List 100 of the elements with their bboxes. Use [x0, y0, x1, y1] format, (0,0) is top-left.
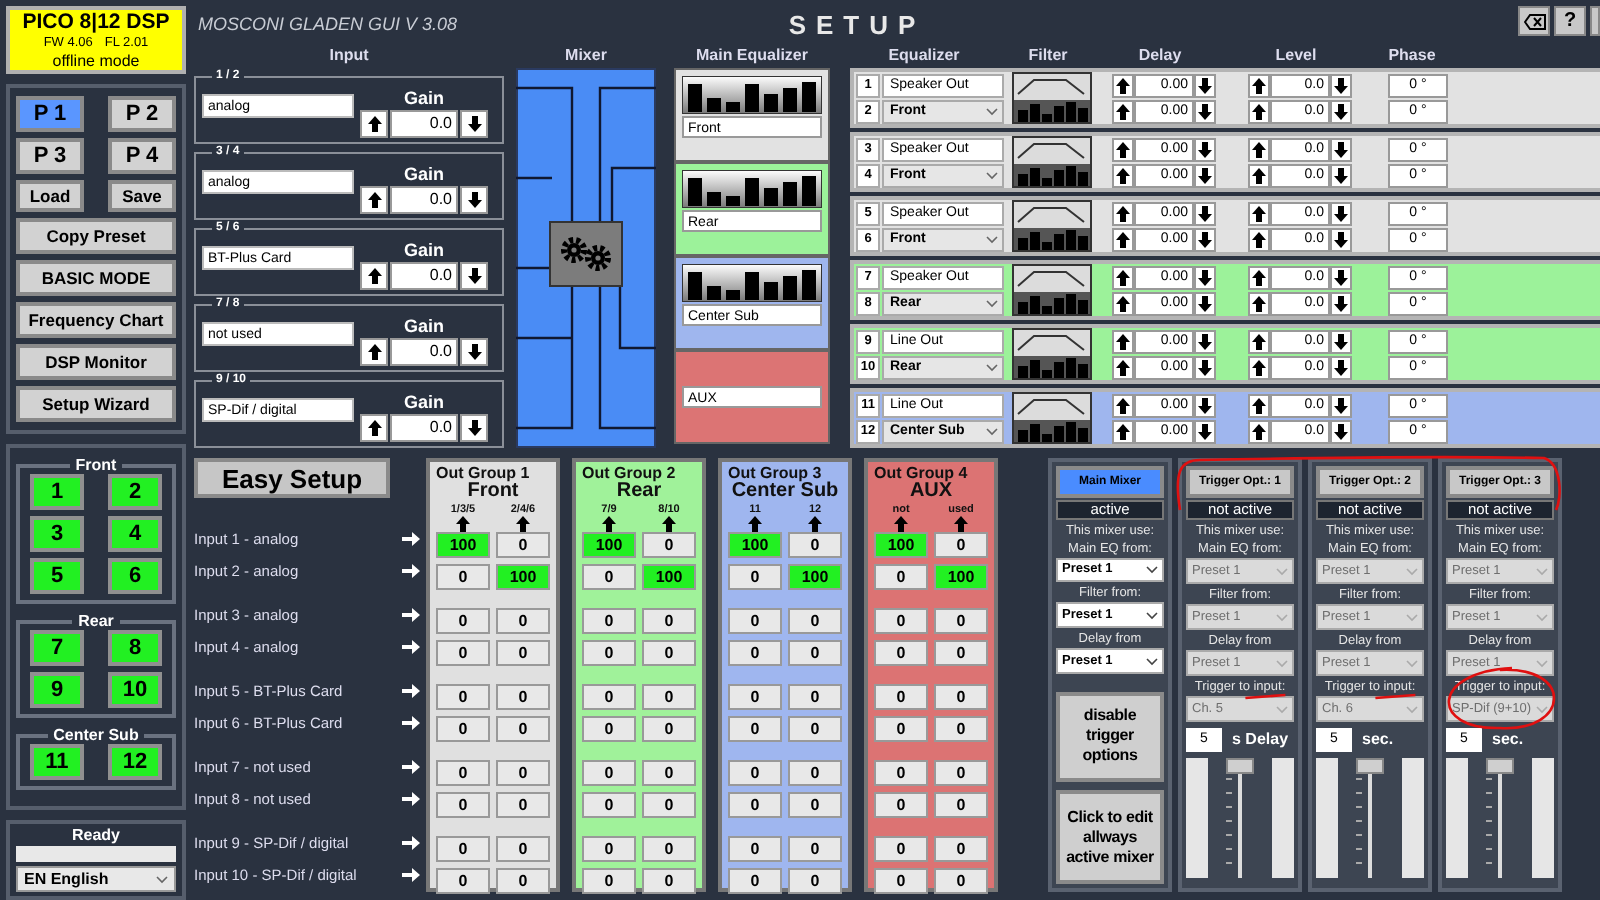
- mix-level-field[interactable]: 0: [874, 640, 928, 666]
- mix-level-field[interactable]: 0: [728, 836, 782, 862]
- mix-level-field[interactable]: 100: [934, 564, 988, 590]
- mix-level-field[interactable]: 0: [728, 716, 782, 742]
- mix-level-field[interactable]: 0: [436, 684, 490, 710]
- increase-button[interactable]: [1112, 419, 1134, 443]
- mix-level-field[interactable]: 0: [874, 564, 928, 590]
- disable-trigger-button[interactable]: disable trigger options: [1056, 691, 1164, 782]
- decrease-button[interactable]: [1330, 137, 1352, 161]
- mix-level-field[interactable]: 100: [642, 564, 696, 590]
- increase-button[interactable]: [1248, 137, 1270, 161]
- mix-level-field[interactable]: 0: [874, 836, 928, 862]
- mix-level-field[interactable]: 0: [728, 684, 782, 710]
- mix-level-field[interactable]: 0: [934, 868, 988, 894]
- increase-button[interactable]: [1248, 99, 1270, 123]
- mix-level-field[interactable]: 0: [582, 868, 636, 894]
- decrease-button[interactable]: [1330, 393, 1352, 417]
- increase-button[interactable]: [360, 414, 388, 442]
- mix-level-field[interactable]: 0: [934, 716, 988, 742]
- decrease-button[interactable]: [460, 338, 488, 366]
- mix-level-field[interactable]: 0: [436, 792, 490, 818]
- decrease-button[interactable]: [1194, 393, 1216, 417]
- mix-level-field[interactable]: 0: [582, 792, 636, 818]
- gain-field[interactable]: 0.0: [390, 110, 458, 138]
- gain-field[interactable]: 0.0: [390, 262, 458, 290]
- decrease-button[interactable]: [1194, 99, 1216, 123]
- mix-level-field[interactable]: 0: [436, 640, 490, 666]
- increase-button[interactable]: [1112, 355, 1134, 379]
- mix-level-field[interactable]: 0: [436, 564, 490, 590]
- mix-level-field[interactable]: 0: [728, 640, 782, 666]
- mix-level-field[interactable]: 0: [496, 640, 550, 666]
- decrease-button[interactable]: [1194, 419, 1216, 443]
- mix-level-field[interactable]: 0: [728, 564, 782, 590]
- decrease-button[interactable]: [1330, 419, 1352, 443]
- mix-level-field[interactable]: 0: [642, 760, 696, 786]
- increase-button[interactable]: [1112, 137, 1134, 161]
- decrease-button[interactable]: [1330, 329, 1352, 353]
- mix-level-field[interactable]: 0: [934, 532, 988, 558]
- decrease-button[interactable]: [460, 110, 488, 138]
- mix-level-field[interactable]: 0: [582, 564, 636, 590]
- increase-button[interactable]: [1112, 291, 1134, 315]
- preset-action-button[interactable]: Save: [108, 180, 176, 212]
- preset-button[interactable]: P 2: [108, 96, 176, 132]
- mix-level-field[interactable]: 0: [788, 716, 842, 742]
- menu-button[interactable]: BASIC MODE: [16, 260, 176, 296]
- mix-level-field[interactable]: 0: [874, 684, 928, 710]
- decrease-button[interactable]: [1194, 163, 1216, 187]
- increase-button[interactable]: [1248, 201, 1270, 225]
- mix-level-field[interactable]: 0: [934, 792, 988, 818]
- channel-button[interactable]: 8: [108, 630, 162, 666]
- mix-level-field[interactable]: 0: [642, 792, 696, 818]
- mix-level-field[interactable]: 0: [874, 716, 928, 742]
- increase-button[interactable]: [1112, 227, 1134, 251]
- preset-button[interactable]: P 3: [16, 138, 84, 174]
- menu-button[interactable]: DSP Monitor: [16, 344, 176, 380]
- mix-level-field[interactable]: 0: [496, 684, 550, 710]
- mix-level-field[interactable]: 100: [582, 532, 636, 558]
- increase-button[interactable]: [1248, 291, 1270, 315]
- mix-level-field[interactable]: 0: [642, 684, 696, 710]
- increase-button[interactable]: [1112, 163, 1134, 187]
- increase-button[interactable]: [1248, 163, 1270, 187]
- decrease-button[interactable]: [460, 262, 488, 290]
- menu-button[interactable]: Copy Preset: [16, 218, 176, 254]
- mix-level-field[interactable]: 0: [496, 792, 550, 818]
- mix-level-field[interactable]: 0: [496, 868, 550, 894]
- decrease-button[interactable]: [1194, 201, 1216, 225]
- decrease-button[interactable]: [1330, 265, 1352, 289]
- mix-level-field[interactable]: 0: [788, 836, 842, 862]
- increase-button[interactable]: [1248, 393, 1270, 417]
- channel-button[interactable]: 9: [30, 672, 84, 708]
- mix-level-field[interactable]: 0: [728, 792, 782, 818]
- decrease-button[interactable]: [1194, 291, 1216, 315]
- channel-button[interactable]: 7: [30, 630, 84, 666]
- increase-button[interactable]: [360, 262, 388, 290]
- mix-level-field[interactable]: 0: [874, 868, 928, 894]
- preset-action-button[interactable]: Load: [16, 180, 84, 212]
- increase-button[interactable]: [360, 110, 388, 138]
- edit-mixer-button[interactable]: Click to edit allways active mixer: [1056, 790, 1164, 884]
- increase-button[interactable]: [1112, 73, 1134, 97]
- channel-button[interactable]: 10: [108, 672, 162, 708]
- decrease-button[interactable]: [1194, 73, 1216, 97]
- decrease-button[interactable]: [1194, 265, 1216, 289]
- channel-button[interactable]: 6: [108, 558, 162, 594]
- mix-level-field[interactable]: 0: [496, 608, 550, 634]
- channel-button[interactable]: 2: [108, 474, 162, 510]
- increase-button[interactable]: [1248, 73, 1270, 97]
- decrease-button[interactable]: [1330, 227, 1352, 251]
- mix-level-field[interactable]: 0: [436, 868, 490, 894]
- increase-button[interactable]: [1112, 393, 1134, 417]
- language-select[interactable]: EN English: [16, 866, 176, 892]
- mix-level-field[interactable]: 0: [496, 532, 550, 558]
- mix-level-field[interactable]: 0: [582, 836, 636, 862]
- mix-level-field[interactable]: 0: [788, 792, 842, 818]
- mix-level-field[interactable]: 0: [496, 836, 550, 862]
- mix-level-field[interactable]: 0: [496, 716, 550, 742]
- mix-level-field[interactable]: 0: [788, 640, 842, 666]
- increase-button[interactable]: [1248, 355, 1270, 379]
- gain-field[interactable]: 0.0: [390, 186, 458, 214]
- mix-level-field[interactable]: 0: [642, 716, 696, 742]
- decrease-button[interactable]: [1330, 73, 1352, 97]
